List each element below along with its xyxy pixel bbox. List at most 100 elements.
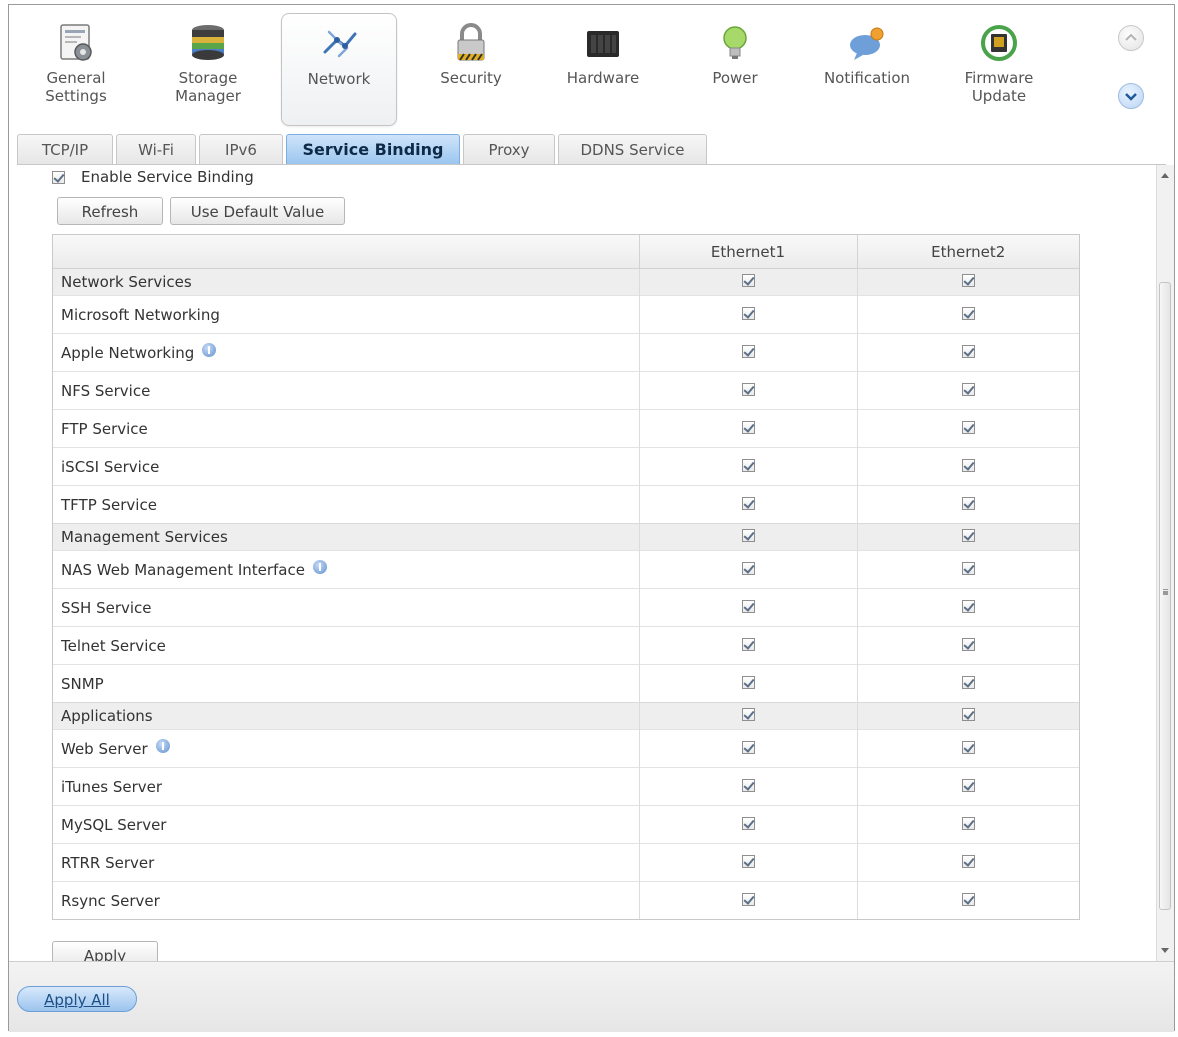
ethernet2-checkbox[interactable]	[961, 892, 975, 906]
grip-icon	[1163, 589, 1168, 591]
ethernet1-cell	[638, 767, 857, 806]
scroll-down-button[interactable]	[1118, 83, 1144, 109]
ethernet2-checkbox[interactable]	[961, 274, 975, 287]
ethernet1-checkbox[interactable]	[741, 561, 755, 575]
ethernet2-checkbox[interactable]	[961, 306, 975, 320]
ethernet1-checkbox[interactable]	[741, 599, 755, 613]
ethernet1-checkbox[interactable]	[741, 420, 755, 434]
ethernet2-cell	[856, 523, 1079, 551]
column-header-ethernet2: Ethernet2	[856, 235, 1079, 269]
tab-tcp-ip[interactable]: TCP/IP	[17, 134, 113, 164]
ethernet2-cell	[856, 371, 1079, 410]
ethernet2-checkbox[interactable]	[961, 458, 975, 472]
info-icon[interactable]	[155, 739, 170, 753]
ethernet1-checkbox[interactable]	[741, 382, 755, 396]
ethernet2-cell	[856, 767, 1079, 806]
apply-button[interactable]: Apply	[52, 941, 158, 961]
enable-service-binding-checkbox[interactable]	[52, 170, 65, 184]
scroll-arrow-up-icon[interactable]	[1161, 173, 1169, 178]
toolbar-label: Hardware	[566, 69, 640, 87]
ethernet2-cell	[856, 664, 1079, 703]
column-header-service	[53, 235, 639, 269]
toolbar-notification[interactable]: Notification	[809, 13, 925, 126]
enable-service-binding-option: Enable Service Binding	[52, 168, 254, 186]
tab-ddns-service[interactable]: DDNS Service	[558, 134, 707, 164]
ethernet1-checkbox[interactable]	[741, 529, 755, 542]
toolbar-storage-manager[interactable]: Storage Manager	[150, 13, 266, 126]
ethernet1-checkbox[interactable]	[741, 344, 755, 358]
ethernet1-checkbox[interactable]	[741, 274, 755, 287]
info-icon[interactable]	[202, 343, 217, 357]
toolbar-security[interactable]: Security	[413, 13, 529, 126]
ethernet1-checkbox[interactable]	[741, 637, 755, 651]
service-name: Management Services	[61, 528, 228, 546]
ethernet2-cell	[856, 626, 1079, 665]
ethernet1-cell	[638, 881, 857, 919]
ethernet1-checkbox[interactable]	[741, 778, 755, 792]
ethernet2-checkbox[interactable]	[961, 816, 975, 830]
ethernet1-checkbox[interactable]	[741, 708, 755, 721]
ethernet1-checkbox[interactable]	[741, 306, 755, 320]
column-header-ethernet1: Ethernet1	[638, 235, 857, 269]
ethernet2-checkbox[interactable]	[961, 561, 975, 575]
service-name: Rsync Server	[61, 891, 160, 910]
service-name-cell: MySQL Server	[53, 805, 639, 844]
use-default-value-button[interactable]: Use Default Value	[170, 197, 345, 225]
ethernet2-checkbox[interactable]	[961, 778, 975, 792]
tab-service-binding[interactable]: Service Binding	[286, 134, 460, 164]
ethernet2-checkbox[interactable]	[961, 599, 975, 613]
vertical-scrollbar[interactable]	[1156, 165, 1174, 961]
network-tabs: TCP/IP Wi-Fi IPv6 Service Binding Proxy …	[17, 134, 1167, 164]
ethernet2-checkbox[interactable]	[961, 854, 975, 868]
ethernet2-checkbox[interactable]	[961, 529, 975, 542]
general-settings-icon	[60, 24, 92, 61]
ethernet2-checkbox[interactable]	[961, 496, 975, 510]
ethernet1-cell	[638, 268, 857, 296]
scrollbar-thumb[interactable]	[1159, 282, 1171, 910]
service-name-cell: NAS Web Management Interface	[53, 550, 639, 589]
ethernet1-checkbox[interactable]	[741, 458, 755, 472]
refresh-button[interactable]: Refresh	[57, 197, 163, 225]
toolbar-network[interactable]: Network	[281, 13, 397, 126]
service-name-cell: SSH Service	[53, 588, 639, 627]
service-name: Applications	[61, 707, 153, 725]
tab-proxy[interactable]: Proxy	[463, 134, 555, 164]
scroll-up-button[interactable]	[1118, 25, 1144, 51]
table-row: MySQL Server	[53, 805, 1079, 844]
service-binding-table: Ethernet1 Ethernet2 Network Services Micr…	[52, 234, 1080, 920]
ethernet1-checkbox[interactable]	[741, 816, 755, 830]
ethernet1-checkbox[interactable]	[741, 496, 755, 510]
ethernet1-checkbox[interactable]	[741, 892, 755, 906]
ethernet1-checkbox[interactable]	[741, 675, 755, 689]
table-row: iSCSI Service	[53, 447, 1079, 486]
info-icon[interactable]	[312, 560, 327, 574]
ethernet1-checkbox[interactable]	[741, 740, 755, 754]
tab-ipv6[interactable]: IPv6	[199, 134, 283, 164]
toolbar-hardware[interactable]: Hardware	[545, 13, 661, 126]
group-header-row: Management Services	[53, 523, 1079, 551]
service-name: Telnet Service	[61, 636, 166, 655]
ethernet2-checkbox[interactable]	[961, 637, 975, 651]
service-name: RTRR Server	[61, 853, 155, 872]
service-name: Apple Networking	[61, 344, 195, 362]
apply-all-button[interactable]: Apply All	[17, 986, 137, 1012]
toolbar-power[interactable]: Power	[677, 13, 793, 126]
table-row: SSH Service	[53, 588, 1079, 627]
ethernet2-checkbox[interactable]	[961, 708, 975, 721]
ethernet2-checkbox[interactable]	[961, 740, 975, 754]
ethernet2-cell	[856, 729, 1079, 768]
ethernet2-checkbox[interactable]	[961, 675, 975, 689]
service-name: MySQL Server	[61, 815, 167, 834]
ethernet2-checkbox[interactable]	[961, 420, 975, 434]
ethernet2-checkbox[interactable]	[961, 382, 975, 396]
table-row: FTP Service	[53, 409, 1079, 448]
service-name-cell: SNMP	[53, 664, 639, 703]
tab-wi-fi[interactable]: Wi-Fi	[116, 134, 196, 164]
ethernet2-cell	[856, 702, 1079, 730]
ethernet2-checkbox[interactable]	[961, 344, 975, 358]
ethernet1-checkbox[interactable]	[741, 854, 755, 868]
scroll-arrow-down-icon[interactable]	[1161, 948, 1169, 953]
ethernet1-cell	[638, 805, 857, 844]
toolbar-firmware-update[interactable]: Firmware Update	[941, 13, 1057, 126]
toolbar-general-settings[interactable]: General Settings	[18, 13, 134, 126]
